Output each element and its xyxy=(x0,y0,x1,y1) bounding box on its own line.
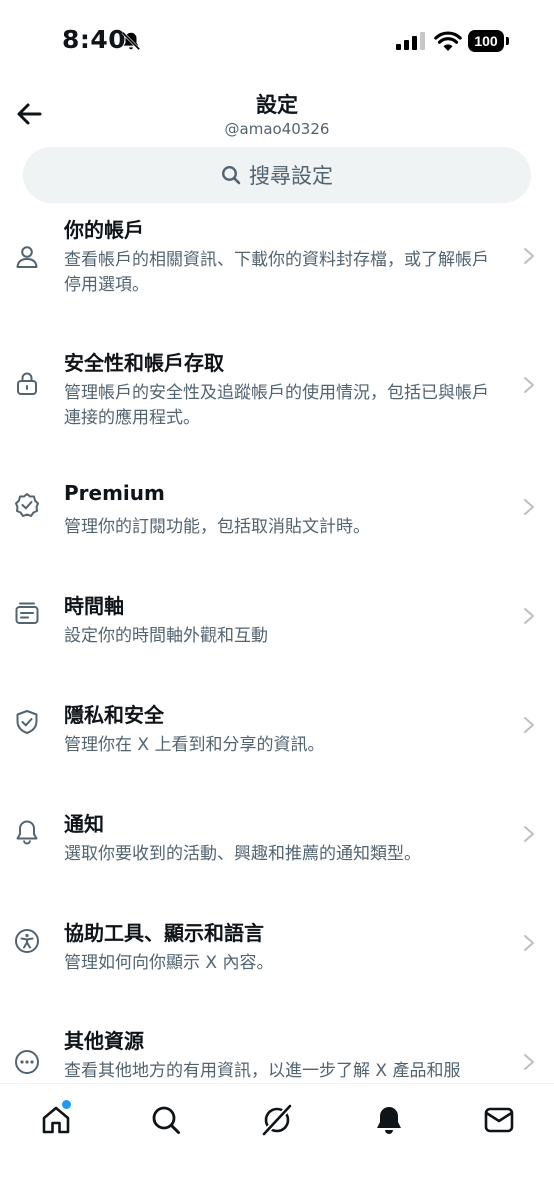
setting-item-account[interactable]: 你的帳戶 查看帳戶的相關資訊、下載你的資料封存檔，或了解帳戶停用選項。 xyxy=(0,214,554,314)
bell-icon xyxy=(16,820,38,845)
bottom-nav xyxy=(0,1083,554,1201)
setting-item-title: Premium xyxy=(64,481,165,505)
chevron-right-icon xyxy=(524,377,534,393)
messages-icon xyxy=(484,1107,514,1133)
chevron-right-icon xyxy=(524,826,534,842)
search-icon xyxy=(221,165,241,185)
settings-list: 你的帳戶 查看帳戶的相關資訊、下載你的資料封存檔，或了解帳戶停用選項。 安全性和… xyxy=(0,205,554,1083)
page-title: 設定 xyxy=(256,93,298,117)
nav-search[interactable] xyxy=(146,1100,186,1140)
timeline-icon xyxy=(15,602,39,624)
setting-item-desc: 管理帳戶的安全性及追蹤帳戶的使用情況，包括已與帳戶連接的應用程式。 xyxy=(64,383,489,428)
setting-item-premium[interactable]: Premium 管理你的訂閱功能，包括取消貼文計時。 xyxy=(0,481,554,581)
chevron-right-icon xyxy=(524,1054,534,1070)
search-icon xyxy=(152,1106,180,1134)
chevron-right-icon xyxy=(524,608,534,624)
status-bar: 8:40 100 xyxy=(0,0,554,80)
setting-item-title: 通知 xyxy=(64,812,104,836)
notifications-icon xyxy=(377,1107,401,1134)
nav-grok[interactable] xyxy=(257,1100,297,1140)
battery-icon: 100 xyxy=(468,30,510,52)
chevron-right-icon xyxy=(524,935,534,951)
cellular-signal-icon xyxy=(396,32,425,50)
setting-item-title: 其他資源 xyxy=(64,1029,144,1053)
setting-item-desc: 選取你要收到的活動、興趣和推薦的通知類型。 xyxy=(64,844,421,864)
grok-icon xyxy=(261,1103,293,1137)
setting-item-title: 時間軸 xyxy=(64,594,124,618)
setting-item-privacy[interactable]: 隱私和安全 管理你在 X 上看到和分享的資訊。 xyxy=(0,699,554,799)
search-placeholder: 搜尋設定 xyxy=(249,164,333,188)
nav-notifications[interactable] xyxy=(369,1100,409,1140)
status-time: 8:40 xyxy=(62,25,127,54)
verified-badge-icon xyxy=(15,493,39,517)
more-icon xyxy=(15,1050,39,1074)
setting-item-title: 你的帳戶 xyxy=(64,218,144,242)
setting-item-title: 隱私和安全 xyxy=(64,703,164,727)
unread-dot xyxy=(62,1100,71,1109)
chevron-right-icon xyxy=(524,248,534,264)
nav-messages[interactable] xyxy=(479,1100,519,1140)
setting-item-desc: 查看其他地方的有用資訊，以進一步了解 X 產品和服務。 xyxy=(64,1061,461,1081)
setting-item-title: 協助工具、顯示和語言 xyxy=(64,921,264,945)
setting-item-desc: 管理你的訂閱功能，包括取消貼文計時。 xyxy=(64,517,370,537)
chevron-right-icon xyxy=(524,499,534,515)
setting-item-desc: 管理如何向你顯示 X 內容。 xyxy=(64,953,274,973)
account-handle: @amao40326 xyxy=(224,120,330,138)
person-icon xyxy=(16,246,38,268)
setting-item-desc: 查看帳戶的相關資訊、下載你的資料封存檔，或了解帳戶停用選項。 xyxy=(64,250,489,295)
setting-item-notifications[interactable]: 通知 選取你要收到的活動、興趣和推薦的通知類型。 xyxy=(0,808,554,908)
shield-icon xyxy=(16,710,38,734)
accessibility-icon xyxy=(15,929,39,953)
setting-item-desc: 管理你在 X 上看到和分享的資訊。 xyxy=(64,735,325,755)
setting-item-timeline[interactable]: 時間軸 設定你的時間軸外觀和互動 xyxy=(0,590,554,690)
lock-icon xyxy=(17,372,37,395)
setting-item-security[interactable]: 安全性和帳戶存取 管理帳戶的安全性及追蹤帳戶的使用情況，包括已與帳戶連接的應用程… xyxy=(0,347,554,447)
setting-item-accessibility[interactable]: 協助工具、顯示和語言 管理如何向你顯示 X 內容。 xyxy=(0,917,554,1017)
nav-home[interactable] xyxy=(36,1100,76,1140)
wifi-icon xyxy=(434,31,462,51)
chevron-right-icon xyxy=(524,717,534,733)
setting-item-title: 安全性和帳戶存取 xyxy=(64,351,224,375)
battery-level: 100 xyxy=(468,30,504,52)
setting-item-desc: 設定你的時間軸外觀和互動 xyxy=(64,626,268,646)
setting-item-resources[interactable]: 其他資源 查看其他地方的有用資訊，以進一步了解 X 產品和服務。 xyxy=(0,1025,554,1083)
bell-off-icon xyxy=(121,31,141,51)
search-settings-input[interactable]: 搜尋設定 xyxy=(23,147,531,203)
